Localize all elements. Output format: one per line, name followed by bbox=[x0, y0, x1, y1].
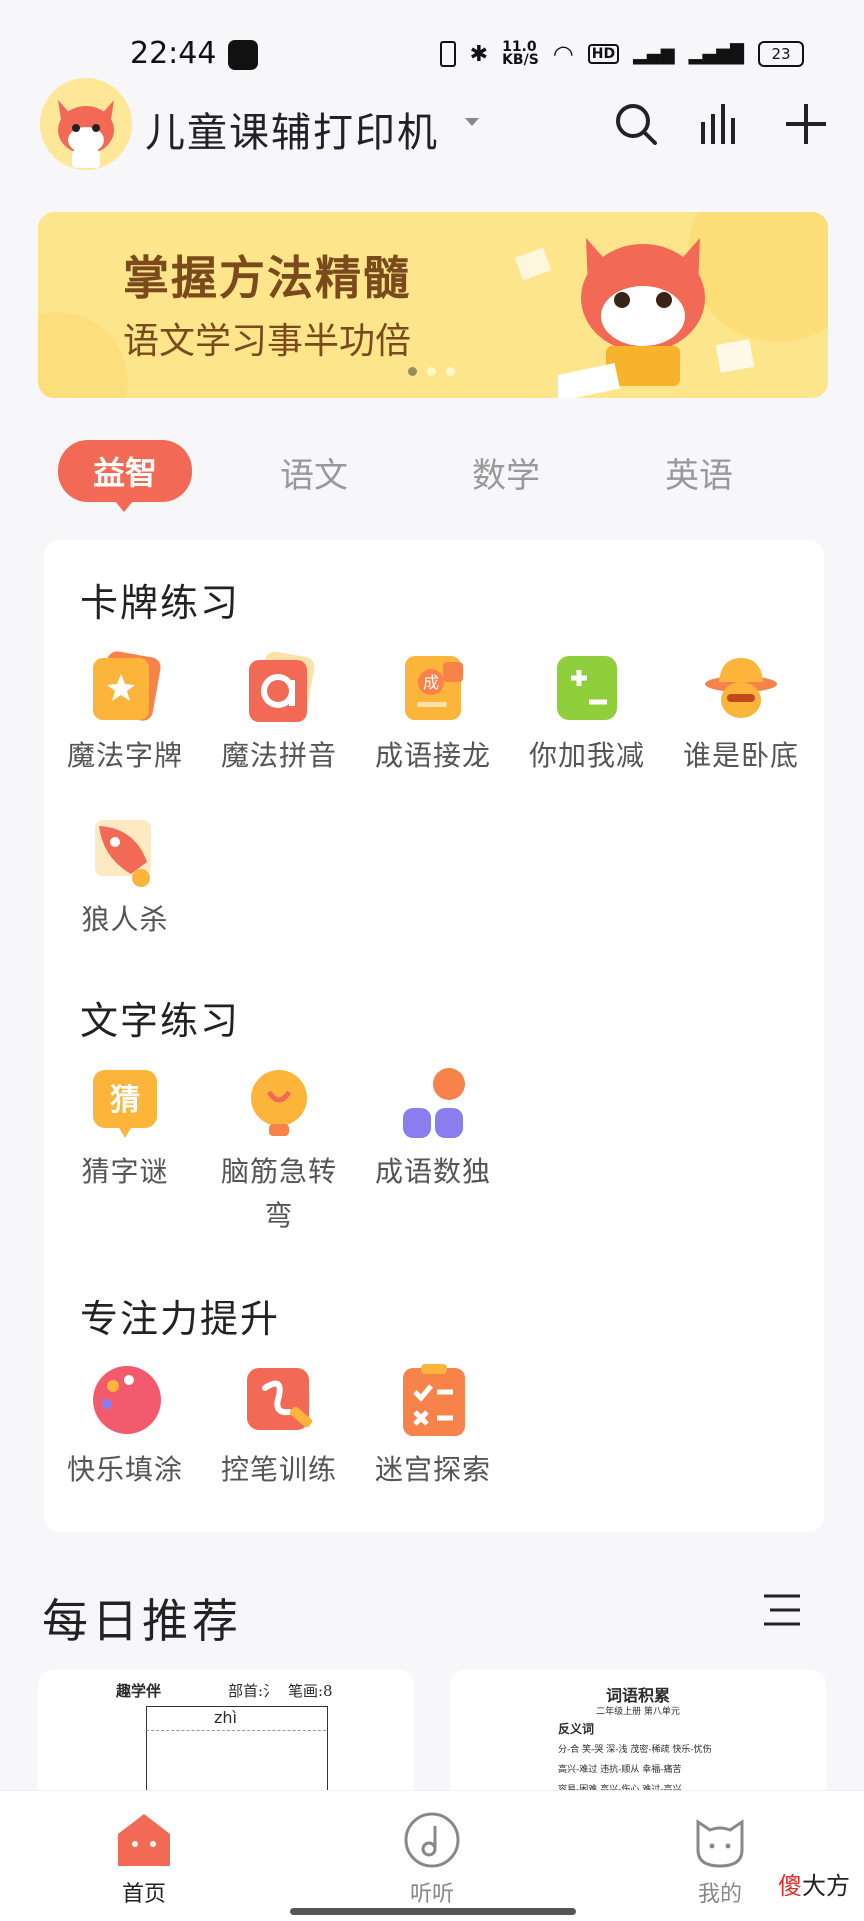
item-add-subtract[interactable]: 你加我减 bbox=[512, 648, 662, 778]
palette-icon bbox=[93, 1366, 161, 1434]
svg-text:猜: 猜 bbox=[110, 1083, 140, 1118]
card-pinyin: zhì bbox=[214, 1708, 237, 1727]
fox-mascot-icon bbox=[558, 238, 705, 398]
menu-icon[interactable] bbox=[760, 1590, 804, 1630]
hd-icon: HD bbox=[587, 44, 620, 64]
home-icon bbox=[118, 1814, 170, 1866]
item-idiom-sudoku[interactable]: 成语数独 bbox=[358, 1064, 508, 1194]
wifi-icon: ◠ bbox=[552, 40, 574, 68]
spy-hat-icon bbox=[705, 658, 777, 718]
daily-recommend-title: 每日推荐 bbox=[42, 1594, 242, 1648]
item-magic-pinyin[interactable]: 魔法拼音 bbox=[204, 648, 354, 778]
card-brand: 趣学伴 bbox=[116, 1682, 162, 1700]
checklist-icon bbox=[403, 1364, 465, 1436]
nav-label: 首页 bbox=[121, 1882, 166, 1907]
star-card-icon bbox=[93, 651, 161, 721]
carousel-dot bbox=[408, 367, 417, 376]
carousel-dot bbox=[427, 367, 436, 376]
svg-text:成: 成 bbox=[423, 673, 439, 692]
item-riddle[interactable]: 猜 猜字谜 bbox=[50, 1064, 200, 1194]
chevron-down-icon[interactable] bbox=[465, 118, 479, 126]
status-time: 22:44 bbox=[130, 36, 217, 71]
tab-yingyu[interactable]: 英语 bbox=[665, 448, 733, 497]
idiom-book-icon: 成 bbox=[405, 656, 463, 720]
nav-label: 我的 bbox=[697, 1882, 742, 1907]
card2-title: 词语积累 bbox=[605, 1686, 670, 1705]
item-label: 快乐填涂 bbox=[66, 1453, 183, 1486]
item-who-is-spy[interactable]: 谁是卧底 bbox=[666, 648, 816, 778]
item-label: 成语数独 bbox=[374, 1155, 491, 1188]
item-idiom-chain[interactable]: 成 成语接龙 bbox=[358, 648, 508, 778]
item-magic-char-card[interactable]: 魔法字牌 bbox=[50, 648, 200, 778]
banner-title: 掌握方法精髓 bbox=[123, 251, 411, 305]
tab-yuwen[interactable]: 语文 bbox=[280, 448, 348, 497]
card2-subtitle: 二年级上册 第八单元 bbox=[596, 1707, 680, 1717]
section-title-focus: 专注力提升 bbox=[80, 1297, 281, 1341]
battery-icon: 23 bbox=[758, 41, 804, 67]
item-label: 猜字谜 bbox=[81, 1155, 169, 1188]
item-brain-teaser[interactable]: 脑筋急转弯 bbox=[204, 1064, 354, 1238]
bluetooth-icon: ✱ bbox=[469, 41, 489, 67]
nav-home[interactable]: 首页 bbox=[84, 1810, 204, 1908]
status-icons: ✱ 11.0 KB/S ◠ HD ▂▄▆ ▂▄▆█ 23 bbox=[439, 39, 804, 68]
card-bushou: 部首:氵 bbox=[228, 1682, 279, 1700]
lightbulb-icon bbox=[251, 1070, 307, 1136]
carousel-indicator bbox=[408, 367, 455, 376]
section-title-card-practice: 卡牌练习 bbox=[80, 581, 241, 625]
grid-line bbox=[146, 1730, 326, 1731]
add-icon[interactable] bbox=[782, 100, 830, 148]
nav-listen[interactable]: 听听 bbox=[372, 1810, 492, 1908]
card2-line: 高兴-难过 违抗-顺从 幸福-痛苦 bbox=[558, 1765, 682, 1775]
item-label: 魔法字牌 bbox=[66, 739, 183, 772]
item-label: 控笔训练 bbox=[220, 1453, 337, 1486]
card-bihua: 笔画:8 bbox=[288, 1682, 333, 1700]
recommend-card-1[interactable]: 趣学伴 部首:氵 笔画:8 zhì bbox=[38, 1670, 414, 1810]
carousel-dot bbox=[446, 367, 455, 376]
search-icon[interactable] bbox=[612, 100, 660, 148]
card2-line: 分-合 笑-哭 深-浅 茂密-稀疏 快乐-忧伤 bbox=[558, 1745, 712, 1755]
signal-icon-2: ▂▄▆█ bbox=[688, 43, 744, 65]
music-note-icon bbox=[404, 1812, 460, 1868]
fox-avatar-icon bbox=[40, 78, 132, 170]
item-pen-control[interactable]: 控笔训练 bbox=[204, 1362, 354, 1492]
item-werewolf[interactable]: 狼人杀 bbox=[50, 812, 200, 942]
item-label: 迷宫探索 bbox=[374, 1453, 491, 1486]
banner-subtitle: 语文学习事半功倍 bbox=[123, 321, 412, 362]
avatar[interactable] bbox=[40, 78, 132, 170]
item-label: 魔法拼音 bbox=[220, 739, 337, 772]
phone-icon bbox=[439, 41, 456, 67]
item-happy-coloring[interactable]: 快乐填涂 bbox=[50, 1362, 200, 1492]
watermark: 傻大方 bbox=[778, 1872, 850, 1900]
recommend-card-2[interactable]: 词语积累 二年级上册 第八单元 反义词 分-合 笑-哭 深-浅 茂密-稀疏 快乐… bbox=[450, 1670, 826, 1810]
section-title-text-practice: 文字练习 bbox=[80, 999, 241, 1043]
signal-icon-1: ▂▄▆ bbox=[633, 43, 675, 65]
network-speed: 11.0 KB/S bbox=[502, 39, 539, 68]
riddle-bubble-icon: 猜 bbox=[93, 1070, 157, 1138]
item-label: 狼人杀 bbox=[81, 903, 169, 936]
tiktok-icon bbox=[228, 40, 258, 70]
plus-minus-icon bbox=[557, 656, 617, 720]
nav-mine[interactable]: 我的 bbox=[660, 1810, 780, 1908]
profile-face-icon bbox=[696, 1819, 744, 1868]
pen-stroke-icon bbox=[247, 1368, 313, 1430]
tab-shuxue[interactable]: 数学 bbox=[472, 448, 540, 497]
promo-banner[interactable]: 掌握方法精髓 语文学习事半功倍 bbox=[38, 212, 828, 398]
statistics-icon[interactable] bbox=[695, 100, 743, 148]
item-label: 谁是卧底 bbox=[682, 739, 799, 772]
nav-label: 听听 bbox=[409, 1882, 454, 1907]
item-maze-explore[interactable]: 迷宫探索 bbox=[358, 1362, 508, 1492]
sudoku-blocks-icon bbox=[403, 1068, 465, 1138]
letter-a-card-icon bbox=[249, 651, 315, 722]
item-label: 你加我减 bbox=[528, 739, 645, 772]
card2-heading: 反义词 bbox=[558, 1722, 595, 1736]
item-label: 脑筋急转弯 bbox=[220, 1155, 337, 1232]
app-title[interactable]: 儿童课辅打印机 bbox=[145, 100, 439, 158]
rocket-icon bbox=[95, 820, 151, 887]
home-indicator[interactable] bbox=[290, 1908, 576, 1915]
item-label: 成语接龙 bbox=[374, 739, 491, 772]
tab-yizhi[interactable]: 益智 bbox=[58, 440, 192, 512]
